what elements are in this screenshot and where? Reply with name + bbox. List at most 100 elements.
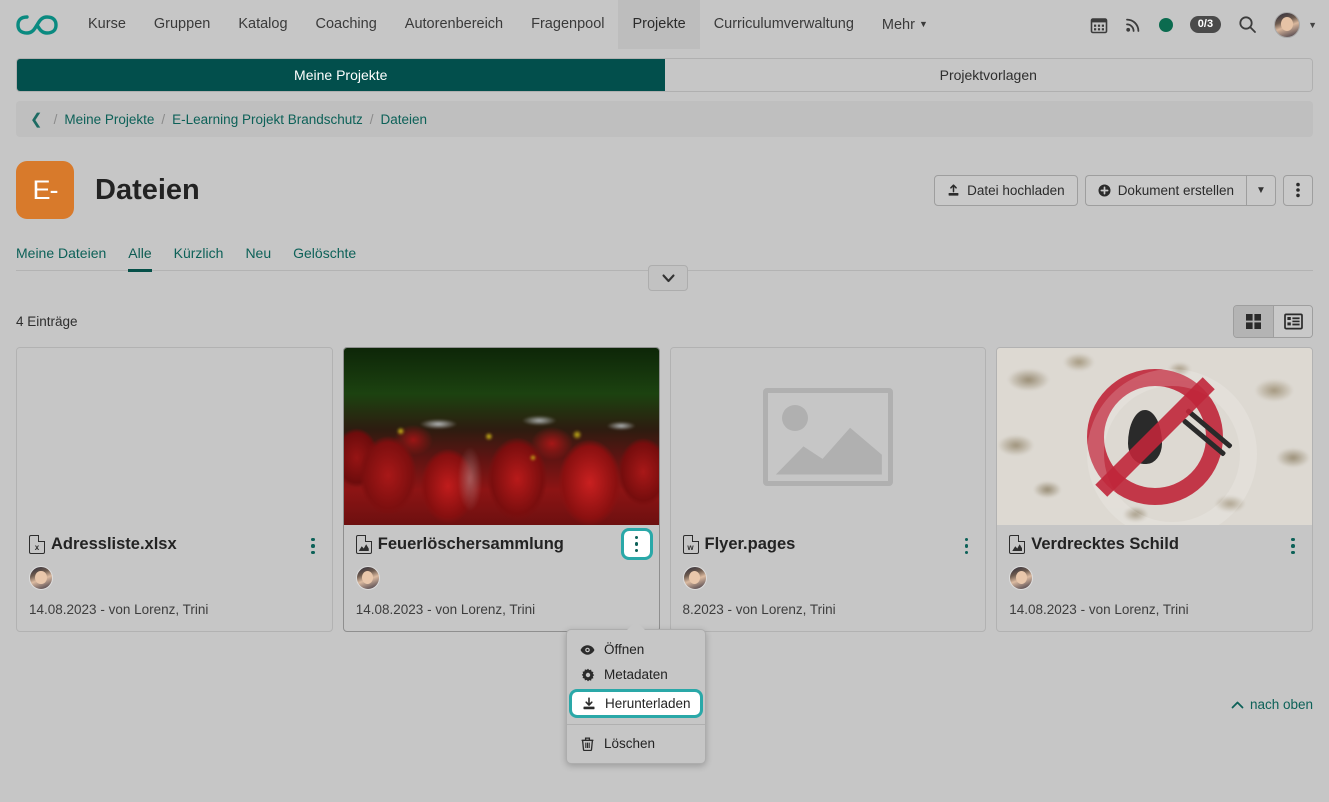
tab-meine-dateien[interactable]: Meine Dateien	[16, 245, 106, 270]
nav-item-autorenbereich[interactable]: Autorenbereich	[391, 0, 517, 49]
chevron-left-icon[interactable]: ❮	[30, 110, 43, 128]
nav-item-kurse[interactable]: Kurse	[74, 0, 140, 49]
file-icon-glyph	[1012, 544, 1023, 551]
nav-label: Gruppen	[153, 16, 211, 32]
tab-label: Meine Dateien	[16, 245, 107, 261]
file-icon-glyph	[358, 544, 369, 551]
nav-label: Fragenpool	[531, 16, 605, 32]
chevron-down-icon[interactable]: ▼	[1308, 20, 1317, 30]
upload-file-label: Datei hochladen	[967, 182, 1065, 198]
nav-label: Projekte	[632, 16, 686, 32]
tab-meine-projekte[interactable]: Meine Projekte	[17, 59, 665, 91]
context-menu-item-loeschen[interactable]: Löschen	[567, 731, 705, 756]
context-menu-separator	[567, 724, 705, 725]
create-document-split-button: Dokument erstellen ▼	[1084, 174, 1276, 206]
spreadsheet-file-icon: x	[29, 535, 45, 554]
nav-label: Autorenbereich	[404, 16, 504, 32]
nav-label: Coaching	[315, 16, 377, 32]
chevron-down-icon: ▼	[918, 19, 928, 29]
back-to-top-link[interactable]: nach oben	[1231, 697, 1313, 712]
fire-extinguishers-photo	[343, 348, 659, 525]
file-thumbnail	[997, 348, 1312, 525]
tab-kuerzlich[interactable]: Kürzlich	[174, 245, 224, 270]
create-document-caret[interactable]: ▼	[1246, 174, 1276, 206]
file-meta: 14.08.2023 - von Lorenz, Trini	[1009, 602, 1189, 617]
project-tabs: Meine Projekte Projektvorlagen	[16, 58, 1313, 92]
tab-geloeschte[interactable]: Gelöschte	[293, 245, 356, 270]
nav-label: Kurse	[88, 16, 126, 32]
tab-projektvorlagen[interactable]: Projektvorlagen	[664, 59, 1312, 91]
nav-item-projekte[interactable]: Projekte	[618, 0, 700, 49]
nav-item-katalog[interactable]: Katalog	[224, 0, 301, 49]
status-badge[interactable]: 0/3	[1189, 16, 1222, 33]
upload-file-button[interactable]: Datei hochladen	[934, 174, 1078, 206]
file-thumbnail	[17, 348, 332, 525]
chevron-up-icon	[1231, 701, 1244, 709]
file-card-body: w Flyer.pages 8.2023 - von Lorenz, Trini	[671, 525, 986, 631]
context-menu-label: Öffnen	[604, 642, 645, 657]
top-navigation-bar: Kurse Gruppen Katalog Coaching Autorenbe…	[0, 0, 1329, 49]
file-name: Flyer.pages	[704, 535, 796, 553]
list-view-icon[interactable]	[1273, 305, 1312, 337]
file-card-more-button-active[interactable]	[620, 528, 653, 560]
avatar[interactable]	[1274, 11, 1301, 38]
nav-item-coaching[interactable]: Coaching	[302, 0, 391, 49]
file-title-row: w Flyer.pages	[682, 535, 974, 554]
page-title: Dateien	[95, 173, 200, 206]
grid-view-icon[interactable]	[1234, 305, 1273, 337]
placeholder-sun	[781, 404, 808, 431]
view-toggle	[1233, 304, 1313, 338]
image-placeholder-icon	[762, 387, 893, 486]
tab-neu[interactable]: Neu	[245, 245, 271, 270]
breadcrumb-item-meine-projekte[interactable]: Meine Projekte	[64, 112, 154, 127]
owner-avatar	[29, 566, 53, 590]
file-grid: x Adressliste.xlsx 14.08.2023 - von Lore…	[16, 347, 1313, 632]
context-menu-item-oeffnen[interactable]: Öffnen	[567, 637, 705, 662]
upload-icon	[947, 183, 960, 197]
nav-item-gruppen[interactable]: Gruppen	[140, 0, 224, 49]
breadcrumb-item-dateien[interactable]: Dateien	[381, 112, 428, 127]
rss-icon[interactable]	[1125, 16, 1142, 33]
file-card[interactable]: Verdrecktes Schild 14.08.2023 - von Lore…	[996, 347, 1313, 632]
nav-item-fragenpool[interactable]: Fragenpool	[517, 0, 618, 49]
owner-avatar	[682, 566, 707, 590]
file-card[interactable]: x Adressliste.xlsx 14.08.2023 - von Lore…	[16, 347, 333, 632]
context-menu-item-herunterladen[interactable]: Herunterladen	[569, 689, 703, 718]
file-thumbnail	[343, 348, 659, 525]
file-card[interactable]: Feuerlöschersammlung 14.08.2023 - von Lo…	[342, 347, 660, 632]
file-title-row: Feuerlöschersammlung	[355, 535, 647, 554]
owner-avatar	[1009, 566, 1034, 590]
no-flame-sign-photo	[997, 348, 1312, 525]
infinity-logo[interactable]	[16, 13, 58, 37]
page-header: E- Dateien Datei hochladen Dokument erst…	[16, 159, 1313, 221]
status-dot[interactable]	[1158, 17, 1173, 32]
tab-alle[interactable]: Alle	[128, 245, 153, 272]
header-more-button[interactable]	[1283, 174, 1313, 206]
create-document-button[interactable]: Dokument erstellen	[1084, 174, 1246, 206]
file-card-more-button[interactable]	[957, 535, 975, 557]
context-menu-item-metadaten[interactable]: Metadaten	[567, 662, 705, 687]
breadcrumb-item-projekt[interactable]: E-Learning Projekt Brandschutz	[172, 112, 363, 127]
image-file-icon	[1009, 535, 1026, 554]
calendar-icon[interactable]	[1090, 16, 1108, 34]
file-card-more-button[interactable]	[1284, 535, 1302, 557]
nav-right-actions: 0/3 ▼	[1090, 0, 1317, 49]
file-card-body: x Adressliste.xlsx 14.08.2023 - von Lore…	[17, 525, 332, 631]
nav-item-mehr[interactable]: Mehr ▼	[868, 0, 942, 49]
collapse-filters-toggle[interactable]	[648, 265, 688, 291]
file-title-row: Verdrecktes Schild	[1009, 535, 1300, 554]
gear-icon	[580, 668, 595, 682]
tab-label: Projektvorlagen	[939, 67, 1037, 83]
tab-label: Gelöschte	[293, 245, 357, 261]
file-title-row: x Adressliste.xlsx	[29, 535, 320, 554]
search-icon[interactable]	[1238, 15, 1257, 34]
create-document-label: Dokument erstellen	[1117, 182, 1234, 198]
breadcrumb: ❮ / Meine Projekte / E-Learning Projekt …	[16, 101, 1313, 137]
document-file-icon: w	[682, 535, 699, 554]
back-to-top-label: nach oben	[1249, 697, 1313, 712]
file-card-more-button[interactable]	[304, 535, 322, 557]
file-name: Adressliste.xlsx	[51, 535, 177, 553]
nav-item-curriculumverwaltung[interactable]: Curriculumverwaltung	[700, 0, 868, 49]
file-card[interactable]: w Flyer.pages 8.2023 - von Lorenz, Trini	[669, 347, 987, 632]
context-menu-label: Metadaten	[604, 667, 668, 682]
